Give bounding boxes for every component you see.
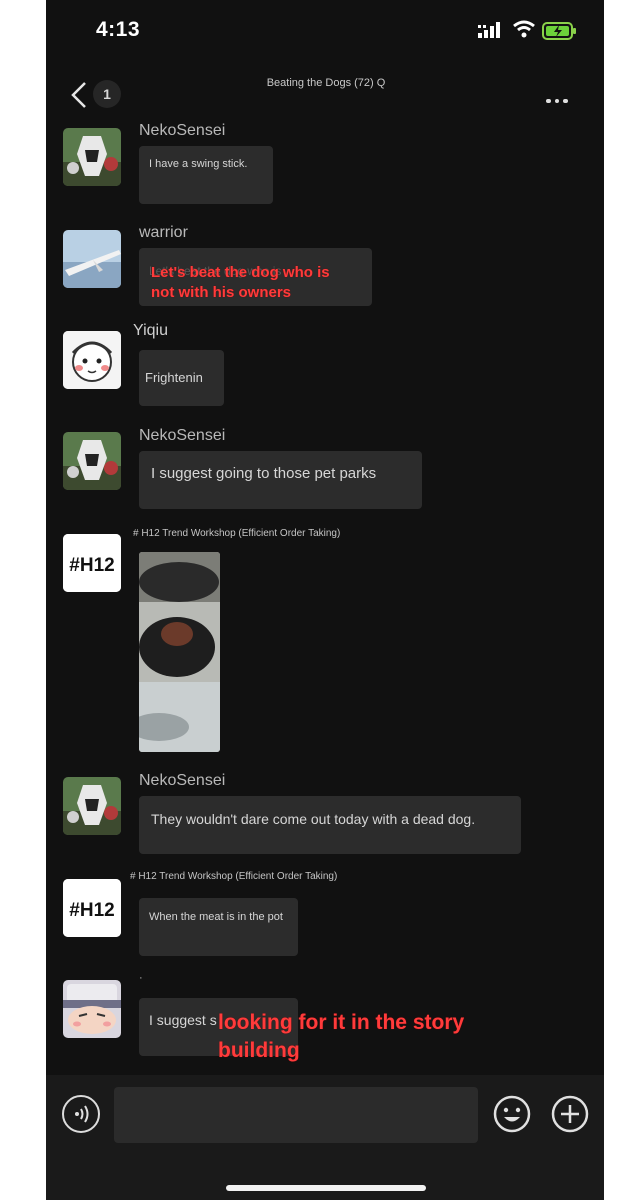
h12-logo-text: #H12 [69,900,114,921]
sender-name: NekoSensei [139,122,226,139]
avatar[interactable] [63,230,121,288]
more-icon[interactable] [546,90,576,103]
avatar[interactable] [63,980,121,1038]
status-time: 4:13 [96,18,141,41]
avatar-image [63,432,121,490]
plus-icon[interactable] [551,1095,589,1133]
avatar[interactable] [63,432,121,490]
chat-title[interactable]: Beating the Dogs (72) Q [166,77,486,89]
avatar[interactable]: #H12 [63,534,121,592]
status-bar: 4:13 [46,0,604,62]
chat-header: 1 Beating the Dogs (72) Q [46,62,604,124]
battery-icon [542,22,576,40]
message-bubble[interactable]: I have a swing stick. [139,146,273,204]
sender-name: Yiqiu [133,322,168,339]
avatar[interactable]: #H12 [63,879,121,937]
photo-image [139,552,220,752]
subtitle-caption: looking for it in the story building [218,1011,465,1062]
avatar[interactable] [63,777,121,835]
chevron-left-icon[interactable] [68,80,90,110]
sender-name: # H12 Trend Workshop (Efficient Order Ta… [130,871,338,882]
sender-name: # H12 Trend Workshop (Efficient Order Ta… [133,528,341,539]
avatar-image [63,230,121,288]
sender-name: NekoSensei [139,772,226,789]
avatar-image [63,331,121,389]
sender-name: NekoSensei [139,427,226,444]
sender-name: · [139,972,143,984]
avatar[interactable] [63,128,121,186]
wifi-icon [513,20,535,38]
photo-message[interactable] [139,552,220,752]
avatar-image [63,777,121,835]
emoji-icon[interactable] [493,1095,531,1133]
avatar-image [63,128,121,186]
avatar-image: #H12 [63,534,121,592]
phone-screen: 4:13 1 Beating the Dogs (72) Q NekoSense… [46,0,604,1200]
avatar-image: #H12 [63,879,121,937]
message-input[interactable] [114,1087,478,1143]
input-bar [46,1075,604,1200]
message-bubble[interactable]: They wouldn't dare come out today with a… [139,796,521,854]
message-bubble[interactable]: I suggest going to those pet parks [139,451,422,509]
voice-icon[interactable] [62,1095,100,1133]
h12-logo-text: #H12 [69,555,114,576]
subtitle-caption: Let's beat the dog who is not with his o… [151,264,330,301]
message-bubble[interactable]: Frightenin [139,350,224,406]
message-bubble[interactable]: When the meat is in the pot [139,898,298,956]
unread-count-badge[interactable]: 1 [93,80,121,108]
avatar-image [63,980,121,1038]
signal-icon [478,22,500,38]
home-indicator[interactable] [226,1185,426,1191]
avatar[interactable] [63,331,121,389]
sender-name: warrior [139,224,188,241]
